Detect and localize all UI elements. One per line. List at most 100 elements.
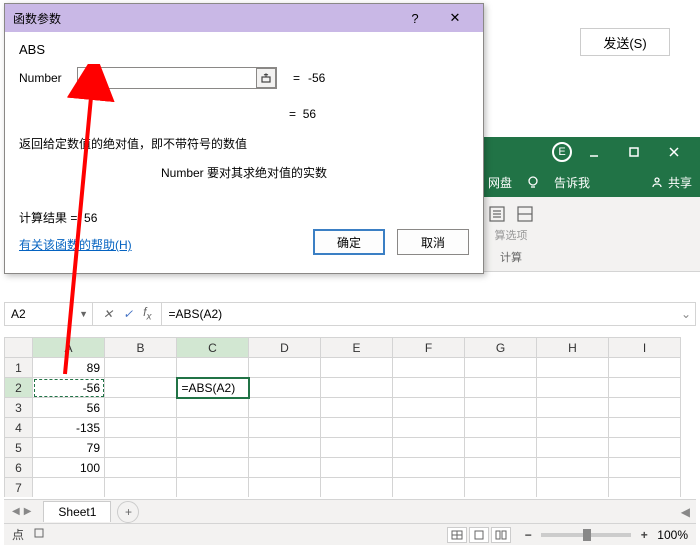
- cell[interactable]: 79: [33, 438, 105, 458]
- cell-active[interactable]: =ABS(A2): [177, 378, 249, 398]
- zoom-slider-thumb[interactable]: [583, 529, 591, 541]
- cell[interactable]: [105, 438, 177, 458]
- tab-nav-next-icon[interactable]: ▶: [24, 506, 32, 517]
- col-header[interactable]: H: [537, 338, 609, 358]
- name-box-dropdown-icon[interactable]: ▼: [79, 309, 88, 319]
- cell[interactable]: [249, 378, 321, 398]
- cell[interactable]: 56: [33, 398, 105, 418]
- col-header[interactable]: E: [321, 338, 393, 358]
- range-picker-button[interactable]: [256, 68, 276, 88]
- cell[interactable]: [177, 478, 249, 498]
- spreadsheet-grid[interactable]: A B C D E F G H I 189 2-56=ABS(A2) 356 4…: [4, 337, 696, 497]
- cancel-formula-icon[interactable]: ✕: [103, 307, 113, 321]
- cell[interactable]: [465, 358, 537, 378]
- zoom-level[interactable]: 100%: [657, 528, 688, 542]
- cell[interactable]: [465, 478, 537, 498]
- col-header[interactable]: A: [33, 338, 105, 358]
- tab-nav-prev-icon[interactable]: ◀: [12, 506, 20, 517]
- view-normal-button[interactable]: [447, 527, 467, 543]
- zoom-out-button[interactable]: −: [521, 528, 535, 542]
- cell[interactable]: [321, 438, 393, 458]
- cancel-button[interactable]: 取消: [397, 229, 469, 255]
- dialog-help-button[interactable]: ?: [395, 4, 435, 32]
- send-button[interactable]: 发送(S): [580, 28, 670, 56]
- calc-options-icon[interactable]: [486, 203, 508, 225]
- row-header[interactable]: 6: [5, 458, 33, 478]
- cell[interactable]: [249, 458, 321, 478]
- row-header[interactable]: 1: [5, 358, 33, 378]
- cell[interactable]: [321, 458, 393, 478]
- formula-bar-expand-icon[interactable]: ⌄: [677, 307, 695, 321]
- cell[interactable]: [393, 358, 465, 378]
- window-minimize-button[interactable]: [576, 140, 612, 164]
- function-help-link[interactable]: 有关该函数的帮助(H): [19, 238, 132, 252]
- cell[interactable]: [537, 378, 609, 398]
- cell[interactable]: [537, 358, 609, 378]
- row-header[interactable]: 4: [5, 418, 33, 438]
- col-header[interactable]: F: [393, 338, 465, 358]
- formula-input[interactable]: [162, 303, 677, 325]
- window-maximize-button[interactable]: [616, 140, 652, 164]
- cell[interactable]: [537, 398, 609, 418]
- cell[interactable]: [609, 438, 681, 458]
- cell[interactable]: [393, 378, 465, 398]
- enter-formula-icon[interactable]: ✓: [123, 307, 133, 321]
- cell[interactable]: [609, 458, 681, 478]
- cell[interactable]: [393, 398, 465, 418]
- view-page-layout-button[interactable]: [469, 527, 489, 543]
- cell[interactable]: [393, 478, 465, 498]
- cell[interactable]: [393, 438, 465, 458]
- cell[interactable]: [321, 478, 393, 498]
- cell[interactable]: [321, 358, 393, 378]
- netdisk-tab[interactable]: 网盘: [488, 174, 512, 191]
- cell[interactable]: [177, 418, 249, 438]
- cell[interactable]: [609, 398, 681, 418]
- cell[interactable]: [537, 458, 609, 478]
- zoom-in-button[interactable]: +: [637, 528, 651, 542]
- cell[interactable]: [465, 398, 537, 418]
- cell[interactable]: [249, 438, 321, 458]
- cell[interactable]: [105, 358, 177, 378]
- cell[interactable]: 100: [33, 458, 105, 478]
- arg-number-input[interactable]: [77, 67, 277, 89]
- cell[interactable]: [465, 458, 537, 478]
- cell[interactable]: [537, 478, 609, 498]
- col-header[interactable]: B: [105, 338, 177, 358]
- cell[interactable]: [249, 398, 321, 418]
- cell[interactable]: [105, 458, 177, 478]
- col-header[interactable]: C: [177, 338, 249, 358]
- cell[interactable]: [609, 378, 681, 398]
- share-button[interactable]: 共享: [650, 174, 692, 191]
- cell[interactable]: [177, 458, 249, 478]
- cell-referenced[interactable]: -56: [33, 378, 105, 398]
- cell[interactable]: [249, 358, 321, 378]
- cell[interactable]: [537, 438, 609, 458]
- select-all-corner[interactable]: [5, 338, 33, 358]
- cell[interactable]: [177, 438, 249, 458]
- cell[interactable]: [105, 418, 177, 438]
- col-header[interactable]: I: [609, 338, 681, 358]
- name-box[interactable]: A2 ▼: [5, 303, 93, 325]
- cell[interactable]: 89: [33, 358, 105, 378]
- cell[interactable]: [105, 398, 177, 418]
- cell[interactable]: [321, 378, 393, 398]
- calc-now-icon[interactable]: [514, 203, 536, 225]
- row-header[interactable]: 7: [5, 478, 33, 498]
- cell[interactable]: [609, 418, 681, 438]
- sheet-tab[interactable]: Sheet1: [43, 501, 111, 522]
- row-header[interactable]: 2: [5, 378, 33, 398]
- cell[interactable]: [321, 418, 393, 438]
- view-page-break-button[interactable]: [491, 527, 511, 543]
- row-header[interactable]: 5: [5, 438, 33, 458]
- cell[interactable]: [393, 418, 465, 438]
- cell[interactable]: [465, 378, 537, 398]
- cell[interactable]: [249, 418, 321, 438]
- cell[interactable]: -135: [33, 418, 105, 438]
- tab-scroll-icon[interactable]: ◀: [681, 505, 690, 519]
- cell[interactable]: [537, 418, 609, 438]
- add-sheet-button[interactable]: +: [117, 501, 139, 523]
- macro-record-icon[interactable]: [32, 526, 46, 543]
- cell[interactable]: [249, 478, 321, 498]
- cell[interactable]: [321, 398, 393, 418]
- cell[interactable]: [465, 418, 537, 438]
